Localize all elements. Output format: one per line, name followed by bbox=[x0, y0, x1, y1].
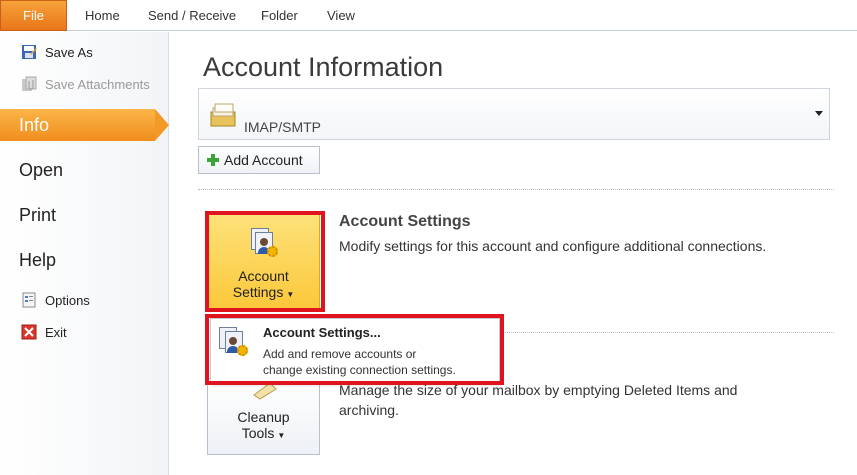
tab-file[interactable]: File bbox=[0, 0, 67, 31]
exit-icon bbox=[21, 324, 37, 340]
options-icon bbox=[21, 292, 37, 308]
account-settings-button[interactable]: Account Settings ▼ bbox=[207, 213, 320, 309]
ribbon-tab-bar: File Home Send / Receive Folder View bbox=[0, 0, 857, 31]
dropdown-arrow-icon: ▼ bbox=[277, 431, 286, 440]
nav-exit-label: Exit bbox=[45, 324, 67, 340]
tab-view[interactable]: View bbox=[327, 0, 355, 31]
account-settings-button-label-1: Account bbox=[238, 268, 289, 284]
nav-help-label: Help bbox=[19, 249, 57, 270]
cleanup-tools-label-1: Cleanup bbox=[237, 409, 290, 425]
tab-send-receive[interactable]: Send / Receive bbox=[148, 0, 236, 31]
account-settings-button-label-2: Settings ▼ bbox=[233, 284, 295, 300]
account-selector[interactable]: IMAP/SMTP bbox=[198, 88, 830, 140]
add-account-button[interactable]: Add Account bbox=[198, 146, 320, 174]
menu-item-description-line-2: change existing connection settings. bbox=[263, 363, 456, 377]
cleanup-tools-label-2-text: Tools bbox=[241, 425, 275, 441]
nav-save-as[interactable]: Save As bbox=[21, 42, 93, 62]
nav-save-attachments: Save Attachments bbox=[21, 74, 150, 94]
chevron-down-icon[interactable] bbox=[815, 111, 823, 116]
nav-help[interactable]: Help bbox=[0, 244, 169, 276]
save-as-icon bbox=[21, 44, 37, 60]
nav-info-label: Info bbox=[19, 114, 50, 135]
account-settings-heading: Account Settings bbox=[339, 213, 471, 230]
nav-info[interactable]: Info bbox=[0, 109, 169, 141]
menu-item-description-line-1: Add and remove accounts or bbox=[263, 347, 417, 361]
backstage-nav: Save As Save Attachments Info Open Print… bbox=[0, 32, 169, 475]
nav-options-label: Options bbox=[45, 292, 90, 308]
mail-account-icon bbox=[210, 103, 236, 127]
cleanup-description-1: Manage the size of your mailbox by empty… bbox=[339, 382, 738, 398]
account-settings-menu-icon bbox=[219, 327, 253, 361]
save-attachments-icon bbox=[21, 76, 37, 92]
tab-home[interactable]: Home bbox=[85, 0, 120, 31]
nav-active-pointer bbox=[155, 109, 169, 141]
tab-folder[interactable]: Folder bbox=[261, 0, 298, 31]
nav-print-label: Print bbox=[19, 204, 57, 225]
nav-open[interactable]: Open bbox=[0, 154, 169, 186]
cleanup-description-2: archiving. bbox=[339, 402, 399, 418]
dropdown-arrow-icon: ▼ bbox=[286, 290, 295, 299]
section-divider bbox=[198, 189, 834, 190]
page-title: Account Information bbox=[203, 52, 444, 82]
nav-exit[interactable]: Exit bbox=[21, 322, 67, 342]
account-settings-icon bbox=[247, 228, 281, 262]
menu-item-account-settings[interactable]: Account Settings... bbox=[263, 325, 381, 340]
cleanup-tools-label-2: Tools ▼ bbox=[242, 425, 286, 441]
nav-save-attachments-label: Save Attachments bbox=[45, 76, 150, 92]
nav-options[interactable]: Options bbox=[21, 290, 90, 310]
account-settings-description: Modify settings for this account and con… bbox=[339, 238, 767, 254]
nav-open-label: Open bbox=[19, 159, 64, 180]
cleanup-icon bbox=[253, 382, 277, 400]
account-selector-value: IMAP/SMTP bbox=[244, 119, 322, 135]
account-settings-button-label-2-text: Settings bbox=[232, 284, 284, 300]
menu-item-description: Add and remove accounts or change existi… bbox=[263, 346, 456, 378]
add-account-label: Add Account bbox=[224, 152, 303, 168]
account-settings-menu: Account Settings... Add and remove accou… bbox=[210, 318, 500, 383]
plus-icon bbox=[207, 154, 219, 166]
nav-save-as-label: Save As bbox=[45, 44, 93, 60]
nav-print[interactable]: Print bbox=[0, 199, 169, 231]
